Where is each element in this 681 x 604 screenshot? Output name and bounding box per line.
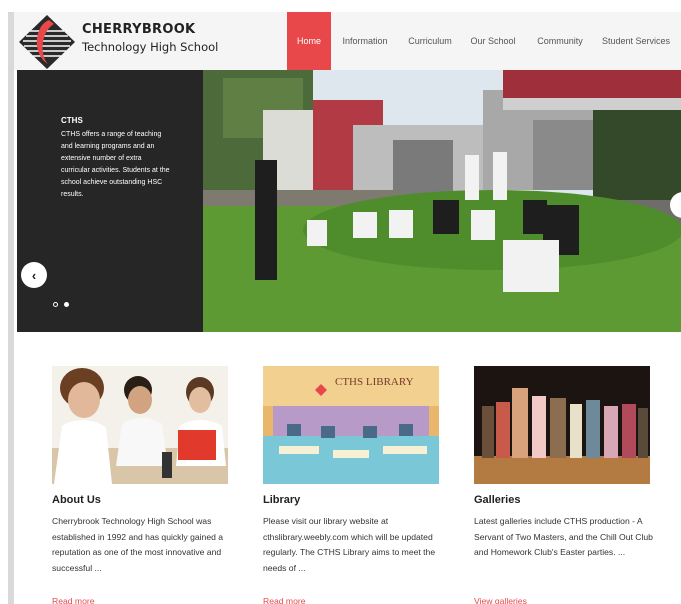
card-library: CTHS LIBRARY Library Please visit our li… <box>263 366 443 604</box>
brand[interactable]: CHERRYBROOK Technology High School <box>82 22 218 54</box>
brand-subtitle: Technology High School <box>82 40 219 54</box>
slider-prev-button[interactable]: ‹ <box>21 262 47 288</box>
hero-slider: CTHS CTHS offers a range of teaching and… <box>17 70 681 332</box>
nav-curriculum[interactable]: Curriculum <box>399 12 461 70</box>
galleries-photo[interactable] <box>474 366 650 484</box>
hero-caption-panel: CTHS CTHS offers a range of teaching and… <box>17 70 203 332</box>
hero-title: CTHS <box>61 116 83 125</box>
nav-community[interactable]: Community <box>525 12 595 70</box>
card-title: Library <box>263 494 301 506</box>
about-us-photo[interactable] <box>52 366 228 484</box>
nav-our-school[interactable]: Our School <box>461 12 525 70</box>
card-about-us: About Us Cherrybrook Technology High Sch… <box>52 366 232 604</box>
slide-dot-active[interactable] <box>64 302 69 307</box>
school-logo-icon[interactable] <box>18 14 76 70</box>
card-text: Latest galleries include CTHS production… <box>474 516 653 557</box>
nav-information[interactable]: Information <box>331 12 399 70</box>
view-galleries-link[interactable]: View galleries <box>474 596 527 604</box>
hero-school-photo <box>203 70 681 332</box>
chevron-left-icon: ‹ <box>31 267 37 283</box>
read-more-link[interactable]: Read more <box>263 596 306 604</box>
card-title: Galleries <box>474 494 521 506</box>
read-more-link[interactable]: Read more <box>52 596 95 604</box>
slide-indicators <box>53 302 69 307</box>
brand-name: CHERRYBROOK <box>82 22 196 37</box>
page-left-margin <box>0 0 8 604</box>
left-border <box>8 12 14 604</box>
card-text: Cherrybrook Technology High School was e… <box>52 516 224 573</box>
card-galleries: Galleries Latest galleries include CTHS … <box>474 366 654 604</box>
card-text: Please visit our library website at cths… <box>263 516 436 573</box>
card-title: About Us <box>52 494 101 506</box>
nav-student-services[interactable]: Student Services <box>595 12 677 70</box>
main-nav: Home Information Curriculum Our School C… <box>287 12 677 70</box>
library-photo[interactable]: CTHS LIBRARY <box>263 366 439 484</box>
library-image-caption: CTHS LIBRARY <box>335 376 414 388</box>
site-header: CHERRYBROOK Technology High School Home … <box>14 12 681 70</box>
slide-dot[interactable] <box>53 302 58 307</box>
nav-home[interactable]: Home <box>287 12 331 70</box>
hero-text: CTHS offers a range of teaching and lear… <box>61 131 170 198</box>
